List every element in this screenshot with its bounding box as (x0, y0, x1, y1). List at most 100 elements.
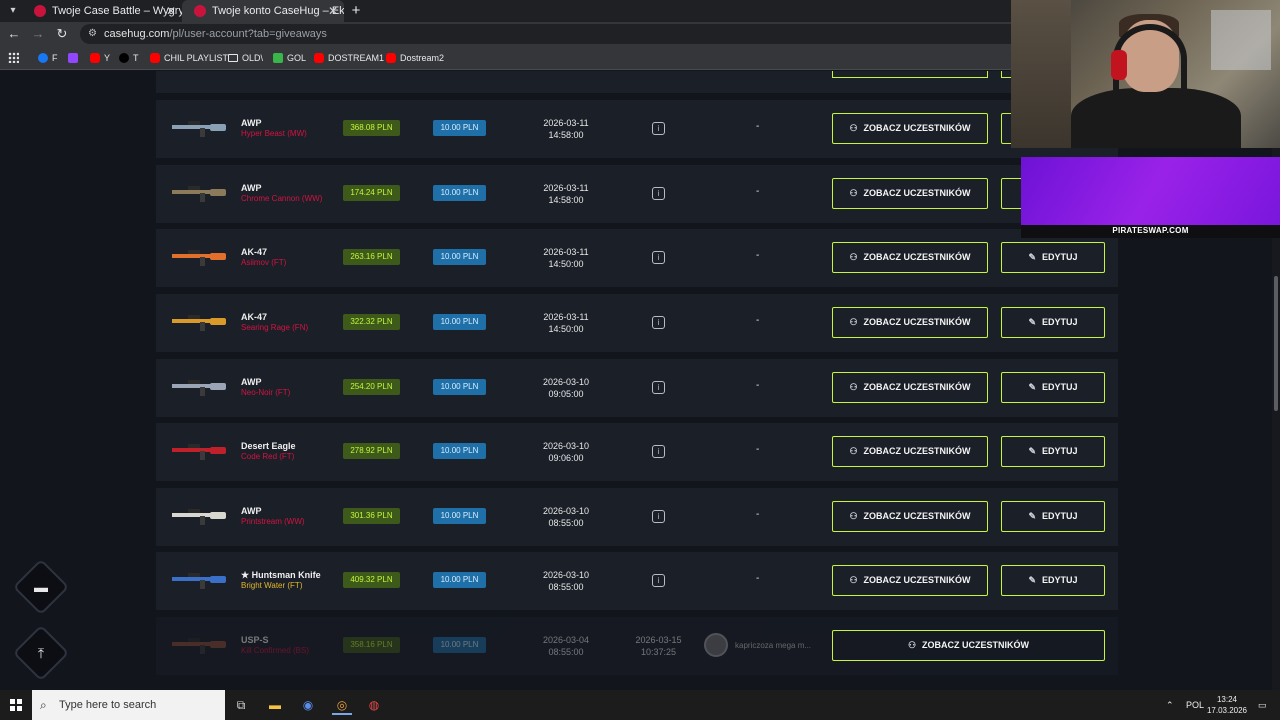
bookmark-youtube[interactable]: Y (90, 46, 110, 70)
bookmark-chil-playlist[interactable]: CHIL PLAYLIST (150, 46, 228, 70)
item-price-badge: 322.32 PLN (343, 314, 400, 330)
winner-placeholder: - (756, 573, 760, 584)
item-price-badge: 263.16 PLN (343, 249, 400, 265)
participants-button[interactable]: ⚇ ZOBACZ UCZESTNIKÓW (832, 178, 988, 209)
info-icon[interactable]: i (652, 251, 665, 264)
table-row: ★ Huntsman Knife Bright Water (FT) 409.32 … (156, 552, 1118, 610)
bookmark-x[interactable]: T (119, 46, 139, 70)
edit-button[interactable]: ✎EDYTUJ (1001, 436, 1105, 467)
notifications-icon[interactable]: ▭ (1258, 690, 1267, 720)
entry-fee-badge: 10.00 PLN (433, 443, 486, 459)
bookmark-twitch[interactable] (68, 46, 82, 70)
tab-close-icon[interactable]: ✕ (328, 0, 338, 22)
apps-grid-icon[interactable] (8, 52, 19, 63)
giveaway-date: 2026-03-11 14:58:00 (543, 118, 589, 140)
weapon-name: USP-S (241, 635, 269, 645)
edit-button[interactable]: ✎EDYTUJ (1001, 372, 1105, 403)
participants-button[interactable]: ⚇ ZOBACZ UCZESTNIKÓW (832, 630, 1105, 661)
participants-button[interactable]: ⚇ ZOBACZ UCZESTNIKÓW (832, 436, 988, 467)
info-icon[interactable]: i (652, 187, 665, 200)
edit-button[interactable]: ✎EDYTUJ (1001, 565, 1105, 596)
giveaway-date: 2026-03-11 14:50:00 (543, 247, 589, 269)
info-icon[interactable]: i (652, 122, 665, 135)
scroll-top-button[interactable]: ⤒ (12, 624, 70, 682)
winner-placeholder: - (756, 444, 760, 455)
new-tab-plus-icon[interactable]: + (348, 0, 364, 22)
table-row: AWP Chrome Cannon (WW) 174.24 PLN 10.00 PLN… (156, 165, 1118, 223)
item-price-badge: 409.32 PLN (343, 572, 400, 588)
participants-button[interactable]: ⚇ ZOBACZ UCZESTNIKÓW (832, 113, 988, 144)
browser-tab-2[interactable]: Twoje konto CaseHug – Ekwipu ✕ (182, 0, 344, 22)
forward-arrow-icon[interactable]: → (29, 25, 47, 43)
facebook-icon (38, 53, 48, 63)
twitch-icon (68, 53, 78, 63)
browser-tab-1[interactable]: Twoje Case Battle – Wygrywaj s ✕ (22, 0, 182, 22)
chat-button[interactable]: ▬ (12, 558, 70, 616)
entry-fee-badge: 10.00 PLN (433, 314, 486, 330)
users-icon: ⚇ (849, 317, 858, 327)
info-icon[interactable]: i (652, 445, 665, 458)
info-icon[interactable]: i (652, 574, 665, 587)
bookmark-dostream1[interactable]: DOSTREAM1 (314, 46, 384, 70)
tab-title: Twoje konto CaseHug – Ekwipu (212, 5, 344, 17)
users-icon: ⚇ (907, 640, 917, 650)
pirateswap-promo-overlay: PIRATESWAP.COM (1021, 157, 1280, 238)
pencil-icon: ✎ (1028, 382, 1037, 392)
weapon-name: AWP (241, 118, 262, 128)
edit-button[interactable]: ✎EDYTUJ (1001, 242, 1105, 273)
youtube-icon (150, 53, 160, 63)
edit-button[interactable]: ✎EDYTUJ (1001, 307, 1105, 338)
participants-button[interactable]: ⚇ ZOBACZ UCZESTNIKÓW (832, 501, 988, 532)
pencil-icon: ✎ (1028, 252, 1037, 262)
site-settings-icon[interactable]: ⚙ (88, 24, 97, 44)
file-explorer-icon[interactable]: ▬ (265, 695, 285, 715)
info-icon[interactable]: i (652, 510, 665, 523)
tab-favicon-icon (34, 5, 46, 17)
participants-button[interactable]: ⚇ ZOBACZ UCZESTNIKÓW (832, 372, 988, 403)
bookmark-gol[interactable]: GOL (273, 46, 306, 70)
participants-button[interactable]: ⚇ ZOBACZ UCZESTNIKÓW (832, 565, 988, 596)
chrome-icon[interactable]: ◎ (332, 695, 352, 715)
bookmark-dostream2[interactable]: Dostream2 (386, 46, 444, 70)
taskbar-search-box[interactable]: ⌕ Type here to search (32, 690, 225, 720)
winner-placeholder: - (756, 380, 760, 391)
tray-chevron-icon[interactable]: ⌃ (1166, 690, 1174, 720)
promo-text: PIRATESWAP.COM (1112, 226, 1189, 235)
scrollbar-thumb[interactable] (1274, 276, 1278, 411)
taskbar-clock[interactable]: 13:24 17.03.2026 (1202, 694, 1252, 716)
task-view-icon[interactable]: ⧉ (231, 695, 251, 715)
item-price-badge: 174.24 PLN (343, 185, 400, 201)
participants-button[interactable]: ⚇ ZOBACZ UCZESTNIKÓW (832, 242, 988, 273)
weapon-image (170, 116, 230, 140)
tab-search-chevron-icon[interactable]: ▾ (4, 2, 22, 20)
weapon-name: AK-47 (241, 247, 268, 257)
table-row: AK-47 Searing Rage (FN) 322.32 PLN 10.00 PL… (156, 294, 1118, 352)
weapon-skin: Asiimov (FT) (241, 258, 287, 267)
pencil-icon: ✎ (1028, 575, 1037, 585)
tab-title: Twoje Case Battle – Wygrywaj s (52, 5, 182, 17)
weapon-skin: Bright Water (FT) (241, 581, 303, 590)
winner-placeholder: - (756, 121, 760, 132)
back-arrow-icon[interactable]: ← (5, 25, 23, 43)
participants-button[interactable] (832, 71, 988, 78)
weapon-skin: Hyper Beast (MW) (241, 129, 307, 138)
tab-close-icon[interactable]: ✕ (166, 0, 176, 22)
weapon-skin: Searing Rage (FN) (241, 323, 309, 332)
streamer-webcam (1011, 0, 1280, 148)
weapon-skin: Kill Confirmed (BS) (241, 646, 310, 655)
participants-button[interactable]: ⚇ ZOBACZ UCZESTNIKÓW (832, 307, 988, 338)
entry-fee-badge: 10.00 PLN (433, 508, 486, 524)
edit-button[interactable]: ✎EDYTUJ (1001, 501, 1105, 532)
discord-icon[interactable]: ◉ (298, 695, 318, 715)
info-icon[interactable]: i (652, 381, 665, 394)
info-icon[interactable]: i (652, 316, 665, 329)
reload-icon[interactable]: ↻ (53, 25, 71, 43)
table-row: AWP Printstream (WW) 301.36 PLN 10.00 PLN 20… (156, 488, 1118, 546)
windows-start-icon[interactable] (10, 699, 22, 711)
clock-time: 13:24 (1216, 695, 1238, 704)
weapon-name: AWP (241, 506, 262, 516)
obs-icon[interactable]: ◍ (364, 695, 384, 715)
address-bar[interactable]: ⚙ casehug.com/pl/user-account?tab=giveaw… (80, 24, 1020, 44)
bookmark-facebook[interactable]: F (38, 46, 58, 70)
bookmark-folder-old[interactable]: OLD\ (228, 46, 263, 70)
